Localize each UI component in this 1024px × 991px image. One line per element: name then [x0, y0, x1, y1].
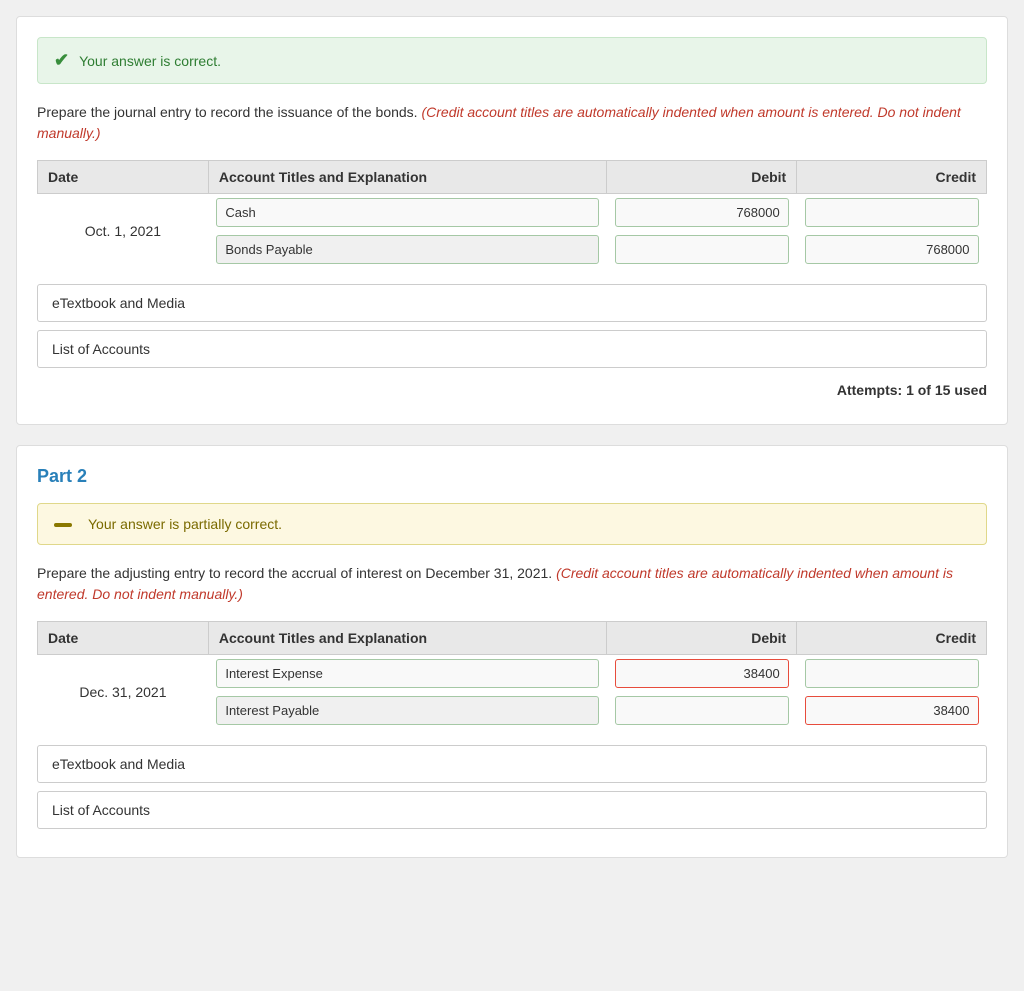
- date-cell-part2: Dec. 31, 2021: [38, 655, 209, 730]
- debit-cell-interest-payable: [607, 692, 797, 729]
- debit-cell-cash: [607, 194, 797, 232]
- credit-cell-cash: [797, 194, 987, 232]
- etextbook-button-part1[interactable]: eTextbook and Media: [37, 284, 987, 322]
- debit-input-interest-payable[interactable]: [615, 696, 789, 725]
- partial-alert: Your answer is partially correct.: [37, 503, 987, 545]
- col-credit-part2: Credit: [797, 622, 987, 655]
- part2-title: Part 2: [37, 466, 987, 487]
- journal-table-part1: Date Account Titles and Explanation Debi…: [37, 160, 987, 268]
- credit-input-interest-expense[interactable]: [805, 659, 979, 688]
- account-cell-interest-payable: [208, 692, 607, 729]
- debit-input-bonds[interactable]: [615, 235, 789, 264]
- col-date-part2: Date: [38, 622, 209, 655]
- check-icon: ✔: [54, 50, 69, 71]
- list-of-accounts-button-part2[interactable]: List of Accounts: [37, 791, 987, 829]
- credit-cell-interest-expense: [797, 655, 987, 693]
- col-credit-part1: Credit: [797, 161, 987, 194]
- account-input-interest-payable[interactable]: [216, 696, 599, 725]
- journal-table-part2: Date Account Titles and Explanation Debi…: [37, 621, 987, 729]
- account-cell-cash: [208, 194, 607, 232]
- success-message: Your answer is correct.: [79, 53, 221, 69]
- col-date-part1: Date: [38, 161, 209, 194]
- account-input-cash[interactable]: [216, 198, 599, 227]
- credit-input-bonds[interactable]: [805, 235, 979, 264]
- etextbook-button-part2[interactable]: eTextbook and Media: [37, 745, 987, 783]
- success-alert: ✔ Your answer is correct.: [37, 37, 987, 84]
- list-of-accounts-button-part1[interactable]: List of Accounts: [37, 330, 987, 368]
- part1-section: ✔ Your answer is correct. Prepare the jo…: [16, 16, 1008, 425]
- minus-icon: [54, 523, 72, 527]
- instruction-plain-part2: Prepare the adjusting entry to record th…: [37, 565, 552, 581]
- debit-cell-interest-expense: [607, 655, 797, 693]
- col-debit-part1: Debit: [607, 161, 797, 194]
- credit-input-cash[interactable]: [805, 198, 979, 227]
- partial-message: Your answer is partially correct.: [88, 516, 282, 532]
- part2-section: Part 2 Your answer is partially correct.…: [16, 445, 1008, 858]
- col-debit-part2: Debit: [607, 622, 797, 655]
- account-input-interest-expense[interactable]: [216, 659, 599, 688]
- col-account-part1: Account Titles and Explanation: [208, 161, 607, 194]
- instruction-plain-part1: Prepare the journal entry to record the …: [37, 104, 418, 120]
- date-cell-part1: Oct. 1, 2021: [38, 194, 209, 269]
- account-cell-bonds: [208, 231, 607, 268]
- debit-input-interest-expense[interactable]: [615, 659, 789, 688]
- credit-input-interest-payable[interactable]: [805, 696, 979, 725]
- attempts-text-part1: Attempts: 1 of 15 used: [37, 376, 987, 404]
- credit-cell-interest-payable: [797, 692, 987, 729]
- account-cell-interest-expense: [208, 655, 607, 693]
- col-account-part2: Account Titles and Explanation: [208, 622, 607, 655]
- account-input-bonds[interactable]: [216, 235, 599, 264]
- table-row: Dec. 31, 2021: [38, 655, 987, 693]
- debit-input-cash[interactable]: [615, 198, 789, 227]
- debit-cell-bonds: [607, 231, 797, 268]
- credit-cell-bonds: [797, 231, 987, 268]
- instruction-text-part2: Prepare the adjusting entry to record th…: [37, 563, 987, 605]
- instruction-text-part1: Prepare the journal entry to record the …: [37, 102, 987, 144]
- table-row: Oct. 1, 2021: [38, 194, 987, 232]
